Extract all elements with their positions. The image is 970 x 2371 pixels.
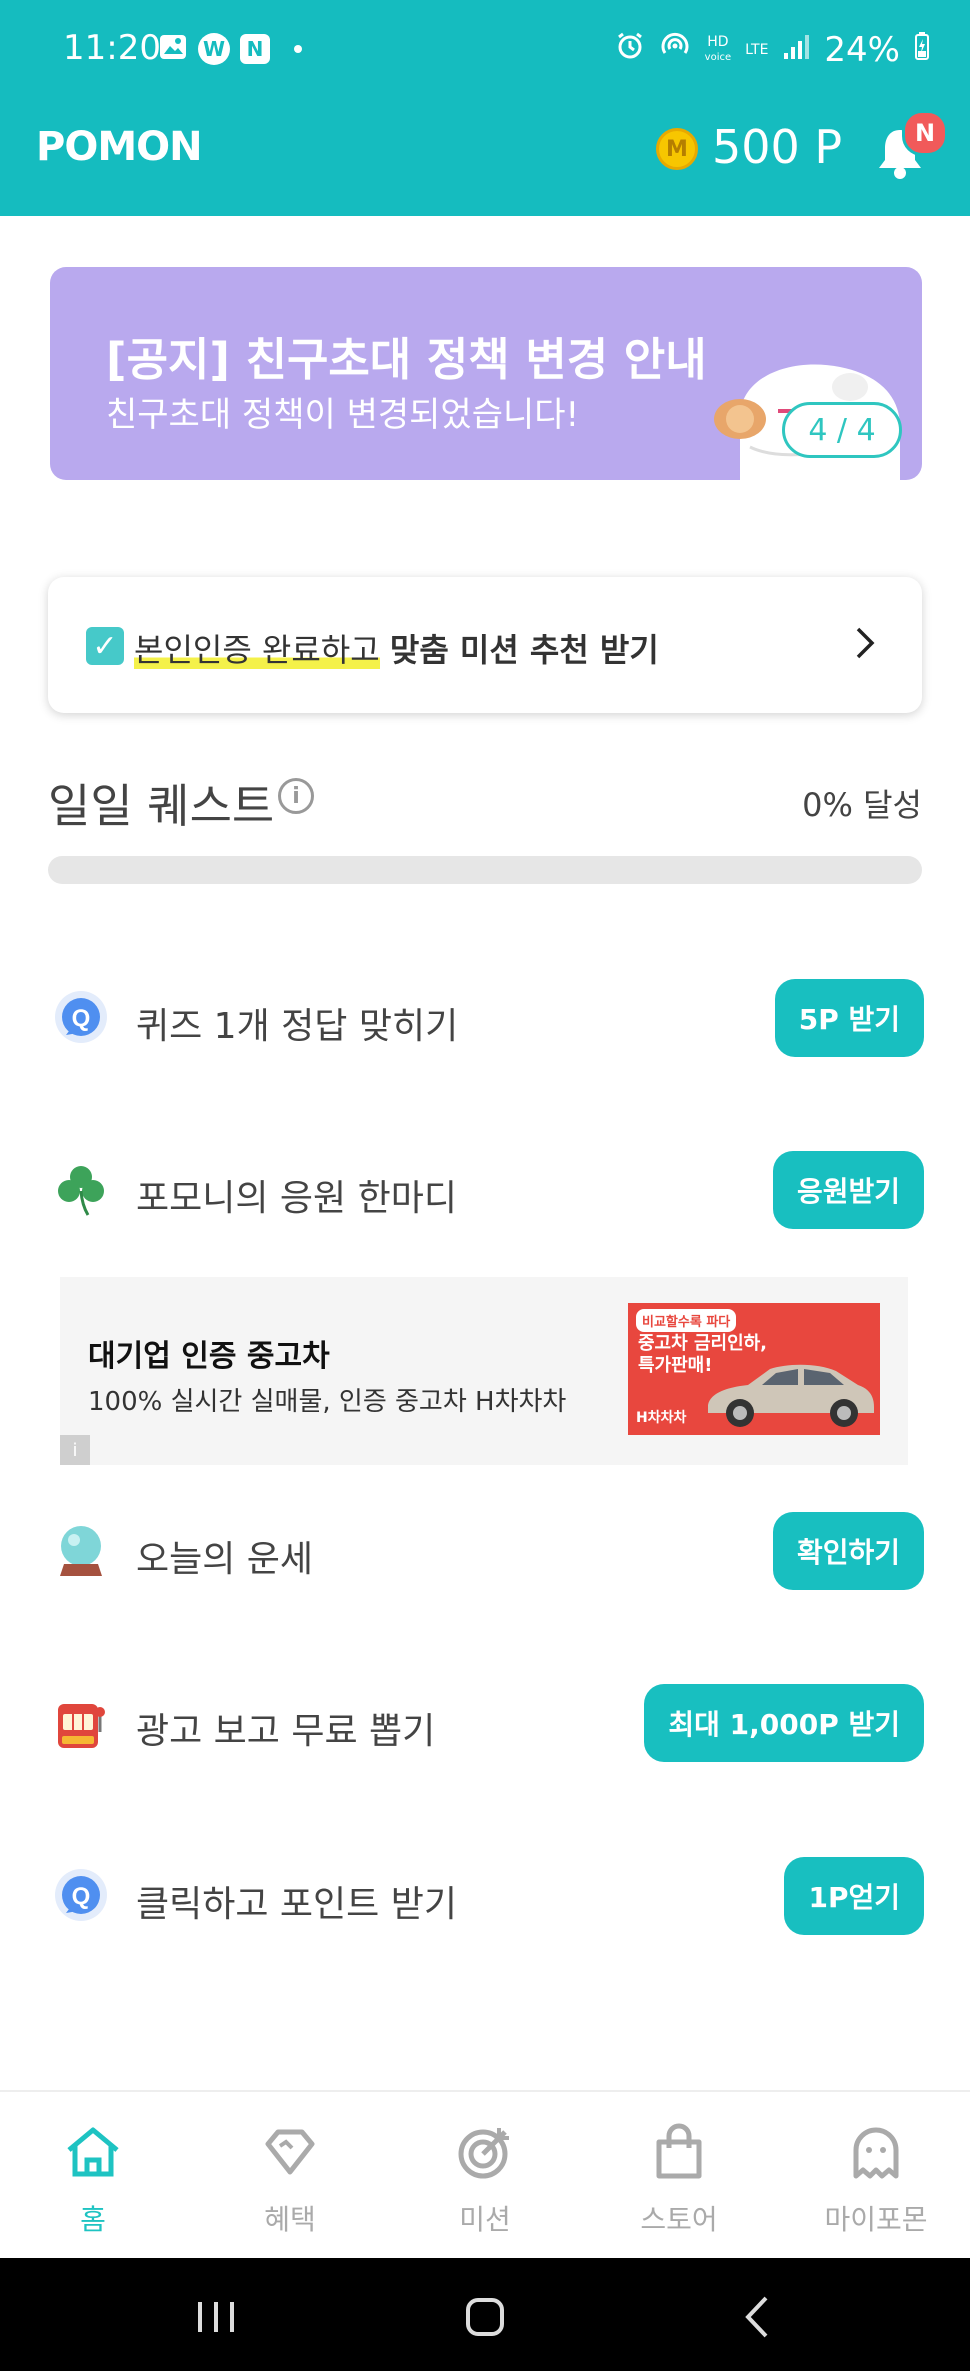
nav-label: 혜택 xyxy=(264,2203,316,2236)
car-icon xyxy=(708,1364,874,1427)
quest-label: 광고 보고 무료 뽑기 xyxy=(136,1711,436,1752)
ad-banner[interactable]: 대기업 인증 중고차 100% 실시간 실매물, 인증 중고차 H차차차 i 비… xyxy=(60,1277,908,1465)
info-icon[interactable]: i xyxy=(278,778,314,814)
quiz-q-icon: Q xyxy=(55,1869,107,1921)
banner-subtitle: 친구초대 정책이 변경되었습니다! xyxy=(106,395,580,435)
nav-tab-my-pomon[interactable]: 마이포몬 xyxy=(806,2120,946,2238)
signal-icon xyxy=(782,30,810,70)
nav-label: 미션 xyxy=(459,2203,511,2236)
nav-tab-store[interactable]: 스토어 xyxy=(609,2120,749,2238)
verify-text: 본인인증 완료하고 맞춤 미션 추천 받기 xyxy=(134,625,659,671)
nav-label: 마이포몬 xyxy=(824,2203,928,2236)
system-navigation-bar xyxy=(0,2258,970,2371)
quest-progress-bar xyxy=(48,856,922,884)
banner-title: [공지] 친구초대 정책 변경 안내 xyxy=(106,333,707,386)
nav-label: 홈 xyxy=(80,2203,106,2236)
shopping-bag-icon xyxy=(656,2123,702,2179)
quest-row: Q 클릭하고 포인트 받기 1P얻기 xyxy=(0,1857,970,1937)
battery-percent: 24% xyxy=(824,30,900,70)
home-button-icon[interactable] xyxy=(455,2292,515,2342)
quest-reward-button[interactable]: 최대 1,000P 받기 xyxy=(644,1684,924,1762)
status-time: 11:20 xyxy=(63,28,161,68)
home-icon xyxy=(67,2127,119,2177)
hotspot-icon xyxy=(659,30,691,70)
bottom-navigation: 홈 혜택 미션 스토어 마이포몬 xyxy=(0,2090,970,2260)
n-app-icon: N xyxy=(240,34,270,64)
voice-label: voice xyxy=(704,52,732,63)
quest-row: 포모니의 응원 한마디 응원받기 xyxy=(0,1151,970,1231)
back-icon[interactable] xyxy=(728,2292,788,2342)
quest-reward-button[interactable]: 1P얻기 xyxy=(784,1857,924,1935)
crystal-ball-icon xyxy=(60,1526,102,1576)
diamond-icon xyxy=(265,2129,315,2175)
status-bar: 11:20 W N HD voice LTE 24% xyxy=(0,0,970,100)
chevron-right-icon xyxy=(854,623,878,673)
ad-image: 비교할수록 파다 중고차 금리인하, 특가판매! H차차차 xyxy=(628,1303,880,1435)
notification-badge: N xyxy=(902,110,948,156)
quest-reward-button[interactable]: 응원받기 xyxy=(772,1151,924,1229)
nav-tab-home[interactable]: 홈 xyxy=(23,2120,163,2238)
hd-label: HD xyxy=(707,34,729,50)
ad-copy-line1: 중고차 금리인하, xyxy=(638,1333,768,1354)
quest-label: 퀴즈 1개 정답 맞히기 xyxy=(136,1006,459,1047)
identity-verify-card[interactable]: ✓ 본인인증 완료하고 맞춤 미션 추천 받기 xyxy=(48,577,922,713)
app-header: POMON M 500 P N xyxy=(0,100,970,216)
ad-info-icon[interactable]: i xyxy=(60,1435,90,1465)
ad-description: 100% 실시간 실매물, 인증 중고차 H차차차 xyxy=(88,1387,567,1417)
ghost-icon xyxy=(853,2127,899,2179)
status-system-icons: HD voice LTE 24% xyxy=(615,30,930,70)
quest-label: 포모니의 응원 한마디 xyxy=(136,1178,457,1219)
battery-charging-icon xyxy=(914,30,930,70)
svg-text:Q: Q xyxy=(72,1883,91,1910)
ad-image-tag: 비교할수록 파다 xyxy=(636,1309,737,1332)
clover-icon xyxy=(58,1166,104,1216)
more-notifications-dot-icon xyxy=(294,45,302,53)
pomon-logo[interactable]: POMON xyxy=(36,124,203,170)
quiz-q-icon: Q xyxy=(55,991,107,1043)
ad-title: 대기업 인증 중고차 xyxy=(88,1339,330,1374)
quest-label: 클릭하고 포인트 받기 xyxy=(136,1884,457,1925)
recent-apps-icon[interactable] xyxy=(186,2292,246,2342)
lte-icon: LTE xyxy=(745,42,769,58)
alarm-icon xyxy=(615,30,645,70)
verify-highlight-text: 본인인증 완료하고 xyxy=(134,631,380,669)
quest-reward-button[interactable]: 확인하기 xyxy=(772,1512,924,1590)
verify-bold-text: 맞춤 미션 추천 받기 xyxy=(389,631,659,669)
quest-progress-text: 0% 달성 xyxy=(802,786,922,824)
gallery-icon xyxy=(158,32,188,66)
hd-voice-icon: HD voice xyxy=(705,35,731,65)
quest-label: 오늘의 운세 xyxy=(136,1539,314,1580)
checkbox-checked-icon: ✓ xyxy=(86,627,124,665)
nav-tab-benefits[interactable]: 혜택 xyxy=(220,2120,360,2238)
nav-label: 스토어 xyxy=(640,2203,718,2236)
quest-row: 광고 보고 무료 뽑기 최대 1,000P 받기 xyxy=(0,1684,970,1764)
coin-icon: M xyxy=(656,128,698,170)
quest-reward-button[interactable]: 5P 받기 xyxy=(774,979,924,1057)
ad-brand: H차차차 xyxy=(636,1410,687,1426)
banner-page-counter: 4 / 4 xyxy=(782,402,902,458)
slot-machine-icon xyxy=(58,1704,105,1748)
target-icon xyxy=(458,2128,509,2179)
point-balance[interactable]: 500 P xyxy=(712,120,842,174)
status-notification-icons: W N xyxy=(158,32,302,66)
notice-banner[interactable]: [공지] 친구초대 정책 변경 안내 친구초대 정책이 변경되었습니다! 4 /… xyxy=(50,267,922,480)
nav-tab-missions[interactable]: 미션 xyxy=(415,2120,555,2238)
quest-row: 오늘의 운세 확인하기 xyxy=(0,1512,970,1592)
svg-text:Q: Q xyxy=(72,1005,91,1032)
w-app-icon: W xyxy=(198,33,230,65)
daily-quest-title: 일일 퀘스트 xyxy=(48,779,275,833)
quest-row: Q 퀴즈 1개 정답 맞히기 5P 받기 xyxy=(0,979,970,1059)
